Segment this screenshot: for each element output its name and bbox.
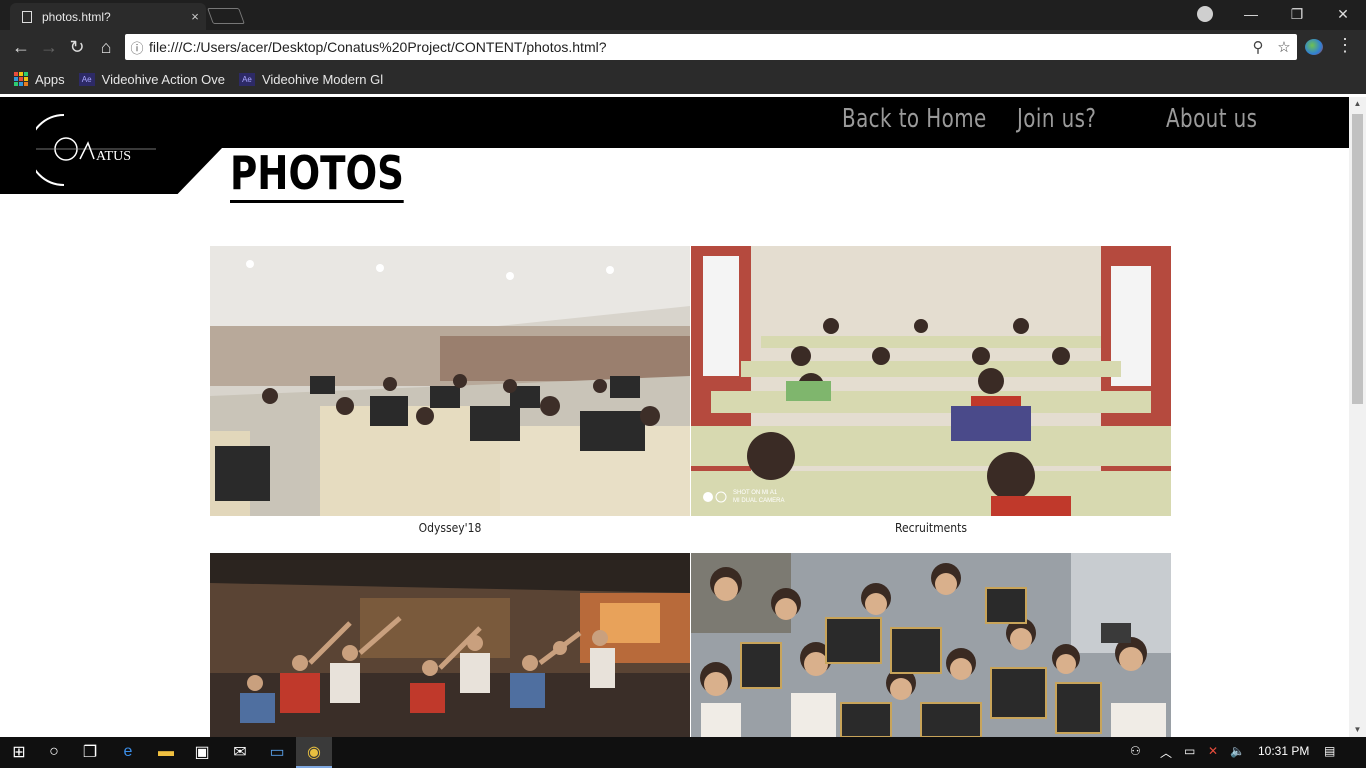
back-arrow-icon[interactable]: ← [9, 35, 33, 59]
url-text[interactable]: file:///C:/Users/acer/Desktop/Conatus%20… [149, 39, 1245, 55]
bookmark-star-icon[interactable]: ☆ [1271, 38, 1297, 56]
tab-close-icon[interactable]: × [184, 9, 206, 24]
mail-icon[interactable]: ✉ [229, 741, 251, 763]
store-icon[interactable]: ▣ [191, 741, 213, 763]
extension-icon[interactable] [1305, 39, 1323, 55]
logo-text: ATUS [96, 149, 131, 164]
page-viewport: Back to Home Join us? About us ATUS PHOT… [0, 97, 1349, 737]
photo-odyssey[interactable] [210, 246, 690, 516]
document-icon [22, 10, 32, 23]
bookmark-label: Videohive Action Ove [101, 71, 225, 87]
nav-about-us[interactable]: About us [1166, 104, 1257, 134]
page-scrollbar[interactable]: ▲ ▼ [1349, 97, 1366, 737]
photo-recruitments[interactable]: SHOT ON MI A1 MI DUAL CAMERA [691, 246, 1171, 516]
clock-time[interactable]: 10:31 PM [1258, 744, 1309, 758]
bookmarks-bar: Apps Ae Videohive Action Ove Ae Videohiv… [0, 64, 1366, 94]
battery-icon[interactable]: ▭ [1184, 744, 1195, 758]
scrollbar-thumb[interactable] [1352, 114, 1363, 404]
scroll-up-icon[interactable]: ▲ [1349, 97, 1366, 111]
tab-title: photos.html? [42, 9, 111, 24]
bookmark-apps[interactable]: Apps [14, 72, 65, 87]
nav-back-to-home[interactable]: Back to Home [842, 104, 987, 134]
camera-watermark: SHOT ON MI A1 [733, 490, 778, 496]
bookmark-videohive-action[interactable]: Ae Videohive Action Ove [78, 71, 225, 87]
restore-button[interactable]: ❐ [1274, 0, 1320, 28]
address-bar[interactable]: ⓘ file:///C:/Users/acer/Desktop/Conatus%… [125, 34, 1297, 60]
scroll-down-icon[interactable]: ▼ [1349, 723, 1366, 737]
cortana-icon[interactable]: ○ [43, 741, 65, 763]
chrome-menu-icon[interactable]: ⋮ [1335, 35, 1355, 56]
monitor-icon[interactable]: ▭ [266, 741, 288, 763]
bookmark-label: Apps [35, 71, 65, 87]
close-window-button[interactable]: ✕ [1320, 0, 1366, 28]
file-explorer-icon[interactable]: ▬ [155, 741, 177, 763]
home-icon[interactable]: ⌂ [94, 35, 118, 59]
site-navbar: Back to Home Join us? About us [0, 97, 1349, 148]
after-effects-icon: Ae [238, 72, 255, 86]
camera-watermark-line2: MI DUAL CAMERA [733, 498, 784, 504]
nav-join-us[interactable]: Join us? [1017, 104, 1096, 134]
photo-event-group[interactable] [210, 553, 690, 737]
browser-tab[interactable]: photos.html? × [10, 3, 206, 30]
zoom-icon[interactable]: ⚲ [1245, 38, 1271, 56]
info-icon[interactable]: ⓘ [125, 38, 149, 57]
profile-icon[interactable] [1197, 6, 1213, 22]
new-tab-button[interactable] [207, 8, 245, 24]
forward-arrow-icon[interactable]: → [37, 35, 61, 59]
tray-chevron-icon[interactable]: ︿ [1160, 744, 1172, 761]
conatus-logo[interactable]: ATUS [36, 113, 156, 189]
apps-grid-icon [14, 72, 28, 86]
after-effects-icon: Ae [78, 72, 95, 86]
browser-tab-strip: photos.html? × — ❐ ✕ [0, 0, 1366, 30]
caption-recruitments: Recruitments [895, 521, 967, 535]
browser-toolbar: ← → ↻ ⌂ ⓘ file:///C:/Users/acer/Desktop/… [0, 30, 1366, 64]
photo-group-frames[interactable] [691, 553, 1171, 737]
minimize-button[interactable]: — [1228, 0, 1274, 28]
people-icon[interactable]: ⚇ [1130, 744, 1141, 758]
caption-odyssey: Odyssey'18 [418, 521, 482, 535]
reload-icon[interactable]: ↻ [65, 35, 89, 59]
bookmark-label: Videohive Modern Gl [261, 71, 384, 87]
chrome-icon[interactable]: ◉ [303, 741, 325, 763]
edge-icon[interactable]: e [117, 741, 139, 763]
action-center-icon[interactable]: ▤ [1324, 744, 1335, 758]
network-icon[interactable]: ✕ [1208, 744, 1218, 758]
windows-start-icon[interactable]: ⊞ [8, 741, 30, 763]
volume-icon[interactable]: 🔈 [1230, 744, 1245, 758]
bookmark-videohive-modern[interactable]: Ae Videohive Modern Gl [238, 71, 384, 87]
windows-taskbar: ⊞ ○ ❐ e ▬ ▣ ✉ ▭ ◉ ⚇ ︿ ▭ ✕ 🔈 10:31 PM ▤ [0, 737, 1366, 768]
page-title: PHOTOS [230, 146, 405, 203]
task-view-icon[interactable]: ❐ [79, 741, 101, 763]
